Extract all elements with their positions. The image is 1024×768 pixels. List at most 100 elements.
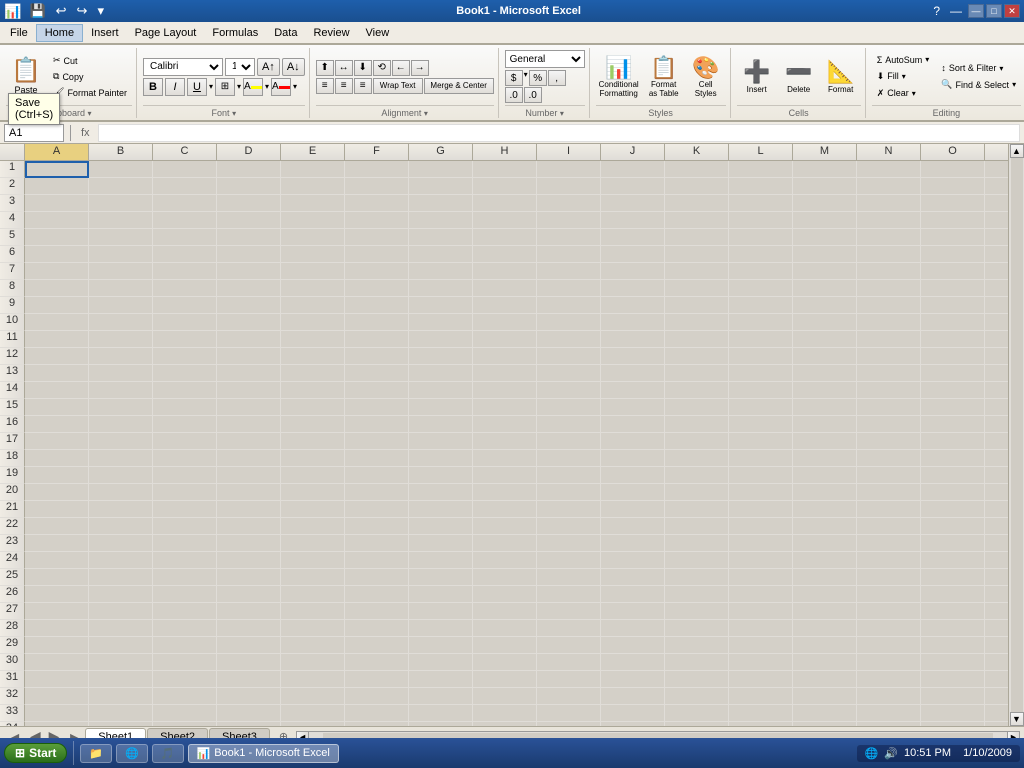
menu-insert[interactable]: Insert bbox=[83, 25, 127, 41]
cell-I1[interactable] bbox=[537, 161, 601, 178]
cell-C1[interactable] bbox=[153, 161, 217, 178]
row-header-21[interactable]: 21 bbox=[0, 501, 25, 518]
col-header-b[interactable]: B bbox=[89, 144, 153, 160]
cell-G21[interactable] bbox=[409, 501, 473, 518]
cell-H9[interactable] bbox=[473, 297, 537, 314]
cell-E26[interactable] bbox=[281, 586, 345, 603]
cell-P25[interactable] bbox=[985, 569, 1008, 586]
cell-J15[interactable] bbox=[601, 399, 665, 416]
cell-D2[interactable] bbox=[217, 178, 281, 195]
cell-M16[interactable] bbox=[793, 416, 857, 433]
copy-button[interactable]: ⧉ Copy bbox=[48, 69, 132, 84]
cell-L17[interactable] bbox=[729, 433, 793, 450]
cell-I9[interactable] bbox=[537, 297, 601, 314]
cell-C25[interactable] bbox=[153, 569, 217, 586]
cell-O3[interactable] bbox=[921, 195, 985, 212]
cell-K1[interactable] bbox=[665, 161, 729, 178]
cell-J24[interactable] bbox=[601, 552, 665, 569]
cell-L33[interactable] bbox=[729, 705, 793, 722]
cell-N21[interactable] bbox=[857, 501, 921, 518]
cell-A16[interactable] bbox=[25, 416, 89, 433]
cell-H7[interactable] bbox=[473, 263, 537, 280]
cell-C22[interactable] bbox=[153, 518, 217, 535]
cell-F27[interactable] bbox=[345, 603, 409, 620]
cell-O11[interactable] bbox=[921, 331, 985, 348]
cell-M32[interactable] bbox=[793, 688, 857, 705]
cell-K8[interactable] bbox=[665, 280, 729, 297]
col-header-e[interactable]: E bbox=[281, 144, 345, 160]
cell-J25[interactable] bbox=[601, 569, 665, 586]
cell-H14[interactable] bbox=[473, 382, 537, 399]
restore-btn[interactable]: □ bbox=[986, 4, 1002, 18]
cell-J22[interactable] bbox=[601, 518, 665, 535]
corner-cell[interactable] bbox=[0, 144, 25, 160]
cell-L16[interactable] bbox=[729, 416, 793, 433]
cell-C20[interactable] bbox=[153, 484, 217, 501]
cell-P30[interactable] bbox=[985, 654, 1008, 671]
cell-B27[interactable] bbox=[89, 603, 153, 620]
cell-K11[interactable] bbox=[665, 331, 729, 348]
cell-I23[interactable] bbox=[537, 535, 601, 552]
cell-C9[interactable] bbox=[153, 297, 217, 314]
cell-E29[interactable] bbox=[281, 637, 345, 654]
menu-page-layout[interactable]: Page Layout bbox=[127, 25, 205, 41]
cell-C4[interactable] bbox=[153, 212, 217, 229]
cell-J18[interactable] bbox=[601, 450, 665, 467]
cell-D6[interactable] bbox=[217, 246, 281, 263]
cell-J13[interactable] bbox=[601, 365, 665, 382]
cell-N27[interactable] bbox=[857, 603, 921, 620]
cell-C8[interactable] bbox=[153, 280, 217, 297]
cell-J9[interactable] bbox=[601, 297, 665, 314]
cell-A5[interactable] bbox=[25, 229, 89, 246]
cell-I14[interactable] bbox=[537, 382, 601, 399]
cell-H29[interactable] bbox=[473, 637, 537, 654]
cell-D30[interactable] bbox=[217, 654, 281, 671]
col-header-f[interactable]: F bbox=[345, 144, 409, 160]
cell-I33[interactable] bbox=[537, 705, 601, 722]
cell-D21[interactable] bbox=[217, 501, 281, 518]
start-button[interactable]: ⊞ Start bbox=[4, 743, 67, 763]
cell-I30[interactable] bbox=[537, 654, 601, 671]
cell-I28[interactable] bbox=[537, 620, 601, 637]
cell-L3[interactable] bbox=[729, 195, 793, 212]
merge-center-btn[interactable]: Merge & Center bbox=[424, 78, 494, 94]
cell-O23[interactable] bbox=[921, 535, 985, 552]
row-header-11[interactable]: 11 bbox=[0, 331, 25, 348]
undo-quick-btn[interactable]: ↩ bbox=[52, 1, 71, 21]
minimize-btn[interactable]: — bbox=[968, 4, 984, 18]
close-btn[interactable]: ✕ bbox=[1004, 4, 1020, 18]
cell-P12[interactable] bbox=[985, 348, 1008, 365]
increase-decimal-btn[interactable]: .0 bbox=[505, 87, 523, 103]
cell-C21[interactable] bbox=[153, 501, 217, 518]
cell-F19[interactable] bbox=[345, 467, 409, 484]
row-header-27[interactable]: 27 bbox=[0, 603, 25, 620]
cell-M6[interactable] bbox=[793, 246, 857, 263]
border-button[interactable]: ⊞ bbox=[215, 78, 235, 96]
border-dropdown[interactable]: ▾ bbox=[237, 82, 241, 91]
cell-C18[interactable] bbox=[153, 450, 217, 467]
cell-B9[interactable] bbox=[89, 297, 153, 314]
cut-button[interactable]: ✂ Cut bbox=[48, 53, 132, 68]
col-header-g[interactable]: G bbox=[409, 144, 473, 160]
cell-A10[interactable] bbox=[25, 314, 89, 331]
cell-P3[interactable] bbox=[985, 195, 1008, 212]
cell-F28[interactable] bbox=[345, 620, 409, 637]
cell-H4[interactable] bbox=[473, 212, 537, 229]
cell-L5[interactable] bbox=[729, 229, 793, 246]
cell-F23[interactable] bbox=[345, 535, 409, 552]
cell-P19[interactable] bbox=[985, 467, 1008, 484]
cell-H33[interactable] bbox=[473, 705, 537, 722]
cell-P21[interactable] bbox=[985, 501, 1008, 518]
cell-C32[interactable] bbox=[153, 688, 217, 705]
cell-F11[interactable] bbox=[345, 331, 409, 348]
row-header-29[interactable]: 29 bbox=[0, 637, 25, 654]
cell-A15[interactable] bbox=[25, 399, 89, 416]
cell-C11[interactable] bbox=[153, 331, 217, 348]
cell-C3[interactable] bbox=[153, 195, 217, 212]
cell-A13[interactable] bbox=[25, 365, 89, 382]
cell-D4[interactable] bbox=[217, 212, 281, 229]
cell-E27[interactable] bbox=[281, 603, 345, 620]
cell-P8[interactable] bbox=[985, 280, 1008, 297]
cell-O15[interactable] bbox=[921, 399, 985, 416]
cell-H15[interactable] bbox=[473, 399, 537, 416]
